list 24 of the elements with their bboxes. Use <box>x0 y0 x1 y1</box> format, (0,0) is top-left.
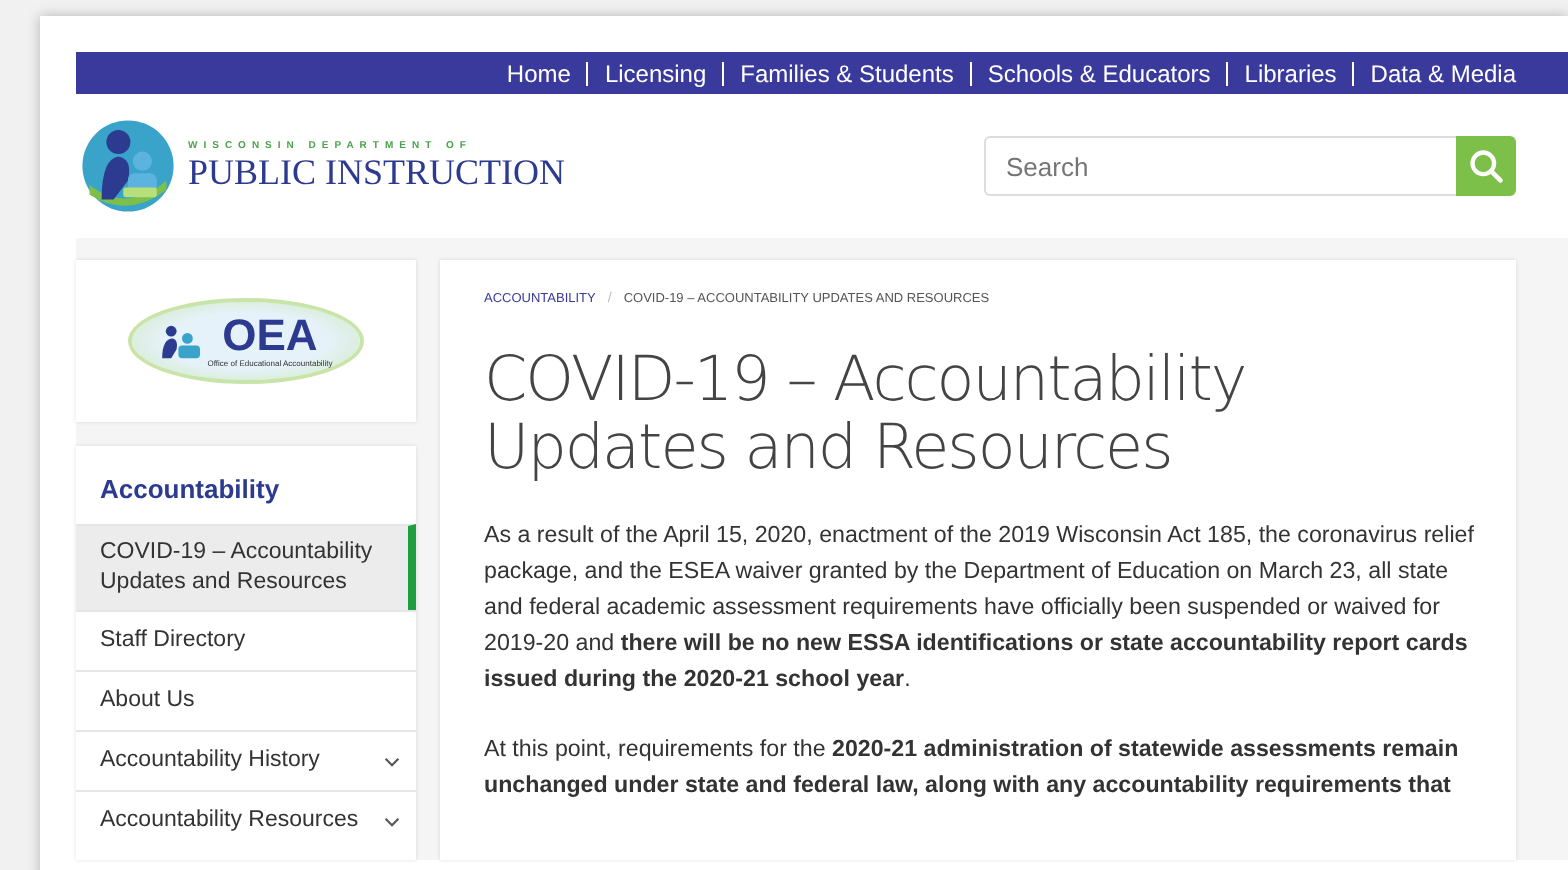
sidebar-item[interactable]: Accountability Resources <box>76 790 416 850</box>
search-button[interactable] <box>1456 136 1516 196</box>
office-acronym: OEA <box>222 314 318 358</box>
page-title: COVID-19 – Accountability Updates and Resources <box>484 346 1248 482</box>
nav-link[interactable]: Data & Media <box>1370 59 1516 87</box>
nav-link[interactable]: Home <box>506 59 571 87</box>
sidebar-item[interactable]: COVID-19 – Accountability Updates and Resources <box>76 524 416 610</box>
paragraph: At this point, requirements for the 2020-21 administration of statewide assessments remain unchanged under state and federal law, along with any accountability requirements that <box>484 734 1461 802</box>
sidebar-item[interactable]: About Us <box>76 670 416 730</box>
logo-name: PUBLIC INSTRUCTION <box>188 151 566 193</box>
nav-link[interactable]: Schools & Educators <box>987 59 1211 87</box>
nav-link[interactable]: Families & Students <box>740 59 954 87</box>
sidebar-item[interactable]: Staff Directory <box>76 610 416 670</box>
search-icon <box>1468 148 1504 184</box>
people-icon <box>159 323 204 359</box>
chevron-down-icon <box>384 815 400 827</box>
paragraph: As a result of the April 15, 2020, enactment of the 2019 Wisconsin Act 185, the coronavirus relief package, and the ESEA waiver granted by the Department of Education on March 23, all state and federal academic assessment requirements have officially been suspended or waived for 2019-20 and there will be no new ESSA identifications or state accountability report cards issued during the 2020-21 school year. <box>484 520 1476 696</box>
nav-link[interactable]: Libraries <box>1244 59 1337 87</box>
sidebar-item[interactable]: Accountability History <box>76 730 416 790</box>
sidebar-title: Accountability <box>98 472 282 508</box>
logo-icon <box>80 118 176 214</box>
search-field[interactable]: Search <box>984 136 1456 196</box>
chevron-down-icon <box>384 755 400 767</box>
nav-link[interactable]: Licensing <box>604 59 707 87</box>
